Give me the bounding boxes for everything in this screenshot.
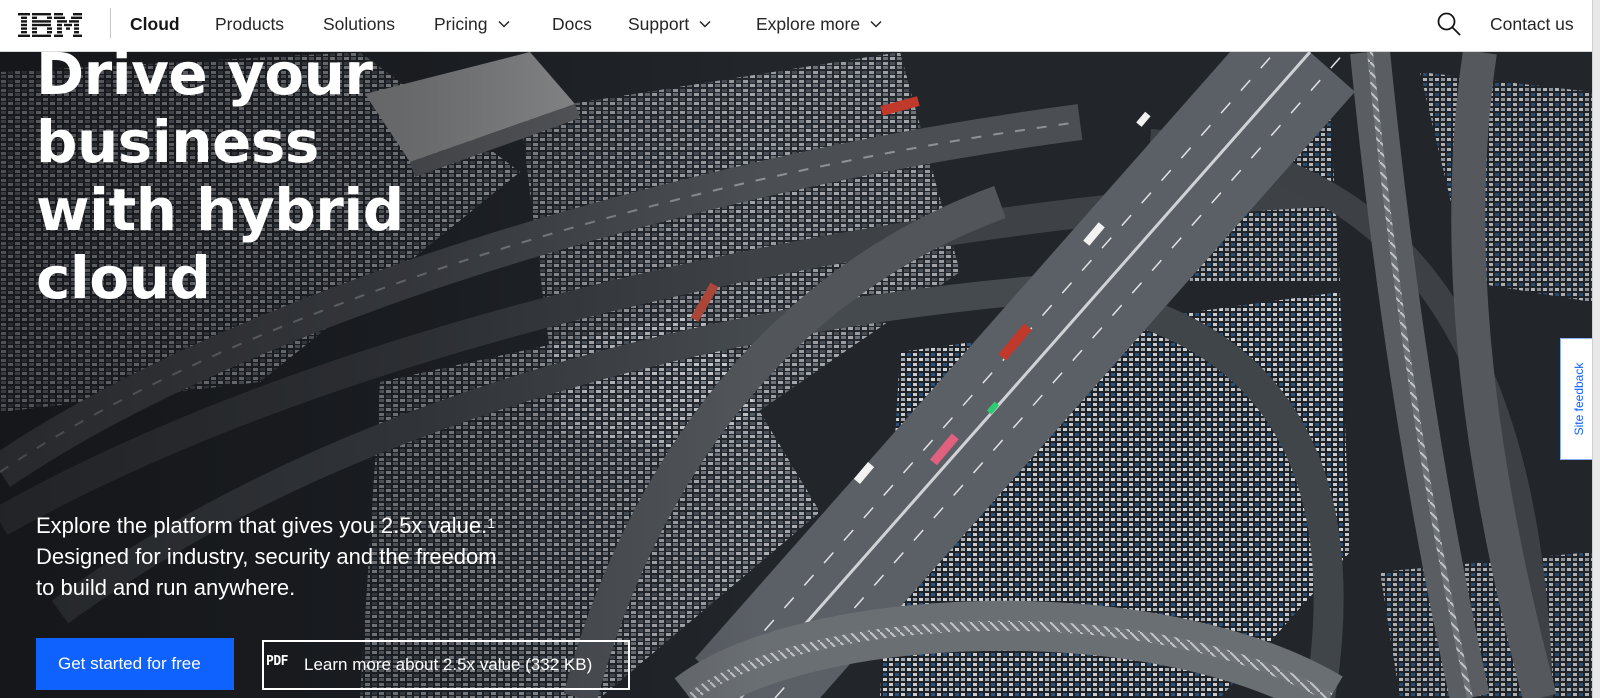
nav-item-label: Docs (552, 14, 592, 34)
nav-item-label: Explore more (756, 14, 861, 34)
site-feedback-label: Site feedback (1571, 362, 1586, 436)
hero-title-line: with hybrid (36, 176, 404, 244)
hero-title-line: Drive your (36, 40, 373, 108)
chevron-down-icon (497, 20, 510, 28)
search-icon[interactable] (1436, 11, 1462, 37)
nav-item-docs[interactable]: Docs (552, 0, 592, 48)
contact-us-link[interactable]: Contact us (1490, 0, 1574, 48)
get-started-button[interactable]: Get started for free (36, 638, 234, 690)
hero-title-line: cloud (36, 244, 211, 312)
chevron-down-icon (699, 20, 711, 28)
hero-title-line: business (36, 108, 319, 176)
chevron-down-icon (870, 20, 882, 28)
nav-item-label: Support (628, 14, 690, 34)
hero-title: Drive your business with hybrid cloud (36, 40, 476, 312)
hero-description-text: Explore the platform that gives you 2.5x… (36, 513, 488, 538)
nav-divider (110, 8, 111, 38)
learn-more-pdf-button[interactable]: Learn more about 2.5x value (332 KB) (262, 640, 630, 690)
nav-item-explore-more[interactable]: Explore more (756, 0, 882, 48)
hero-description: Explore the platform that gives you 2.5x… (36, 510, 516, 603)
hero-description-text: Designed for industry, security and the … (36, 544, 497, 600)
page-scrollbar[interactable] (1592, 0, 1600, 698)
site-feedback-tab[interactable]: Site feedback (1560, 338, 1596, 460)
pdf-icon: PDF (266, 654, 288, 669)
footnote-marker[interactable]: 1 (487, 515, 495, 531)
nav-item-support[interactable]: Support (628, 0, 711, 48)
ibm-logo[interactable] (18, 13, 84, 37)
